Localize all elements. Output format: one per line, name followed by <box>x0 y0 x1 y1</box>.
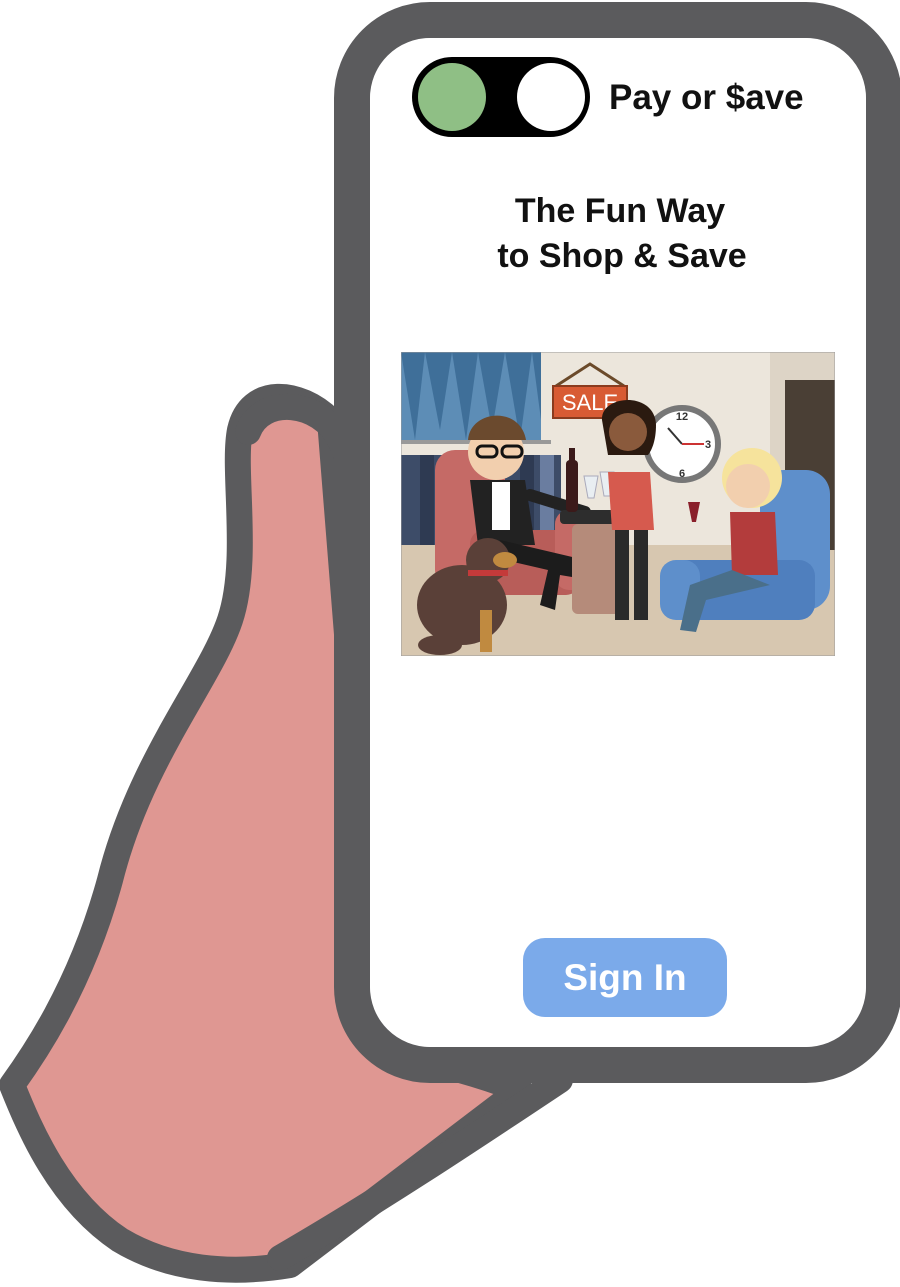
svg-text:12: 12 <box>676 411 688 423</box>
app-brand-name: Pay or $ave <box>609 78 804 117</box>
illo-clock: 12 3 6 <box>643 405 721 483</box>
hero-title-line2: to Shop & Save <box>497 237 746 275</box>
phone-in-hand-scene: Pay or $ave The Fun Way to Shop & Save S… <box>0 2 900 1283</box>
toggle-pay-dot[interactable] <box>418 63 486 131</box>
toggle-knob[interactable] <box>517 63 585 131</box>
sign-in-button[interactable]: Sign In <box>523 938 727 1017</box>
pay-save-toggle[interactable] <box>412 57 590 137</box>
sign-in-label[interactable]: Sign In <box>563 957 686 998</box>
hero-title-line1: The Fun Way <box>515 192 725 230</box>
svg-text:6: 6 <box>679 468 685 480</box>
svg-text:3: 3 <box>705 439 711 451</box>
shop-illustration: SALE 12 3 6 <box>401 352 835 656</box>
